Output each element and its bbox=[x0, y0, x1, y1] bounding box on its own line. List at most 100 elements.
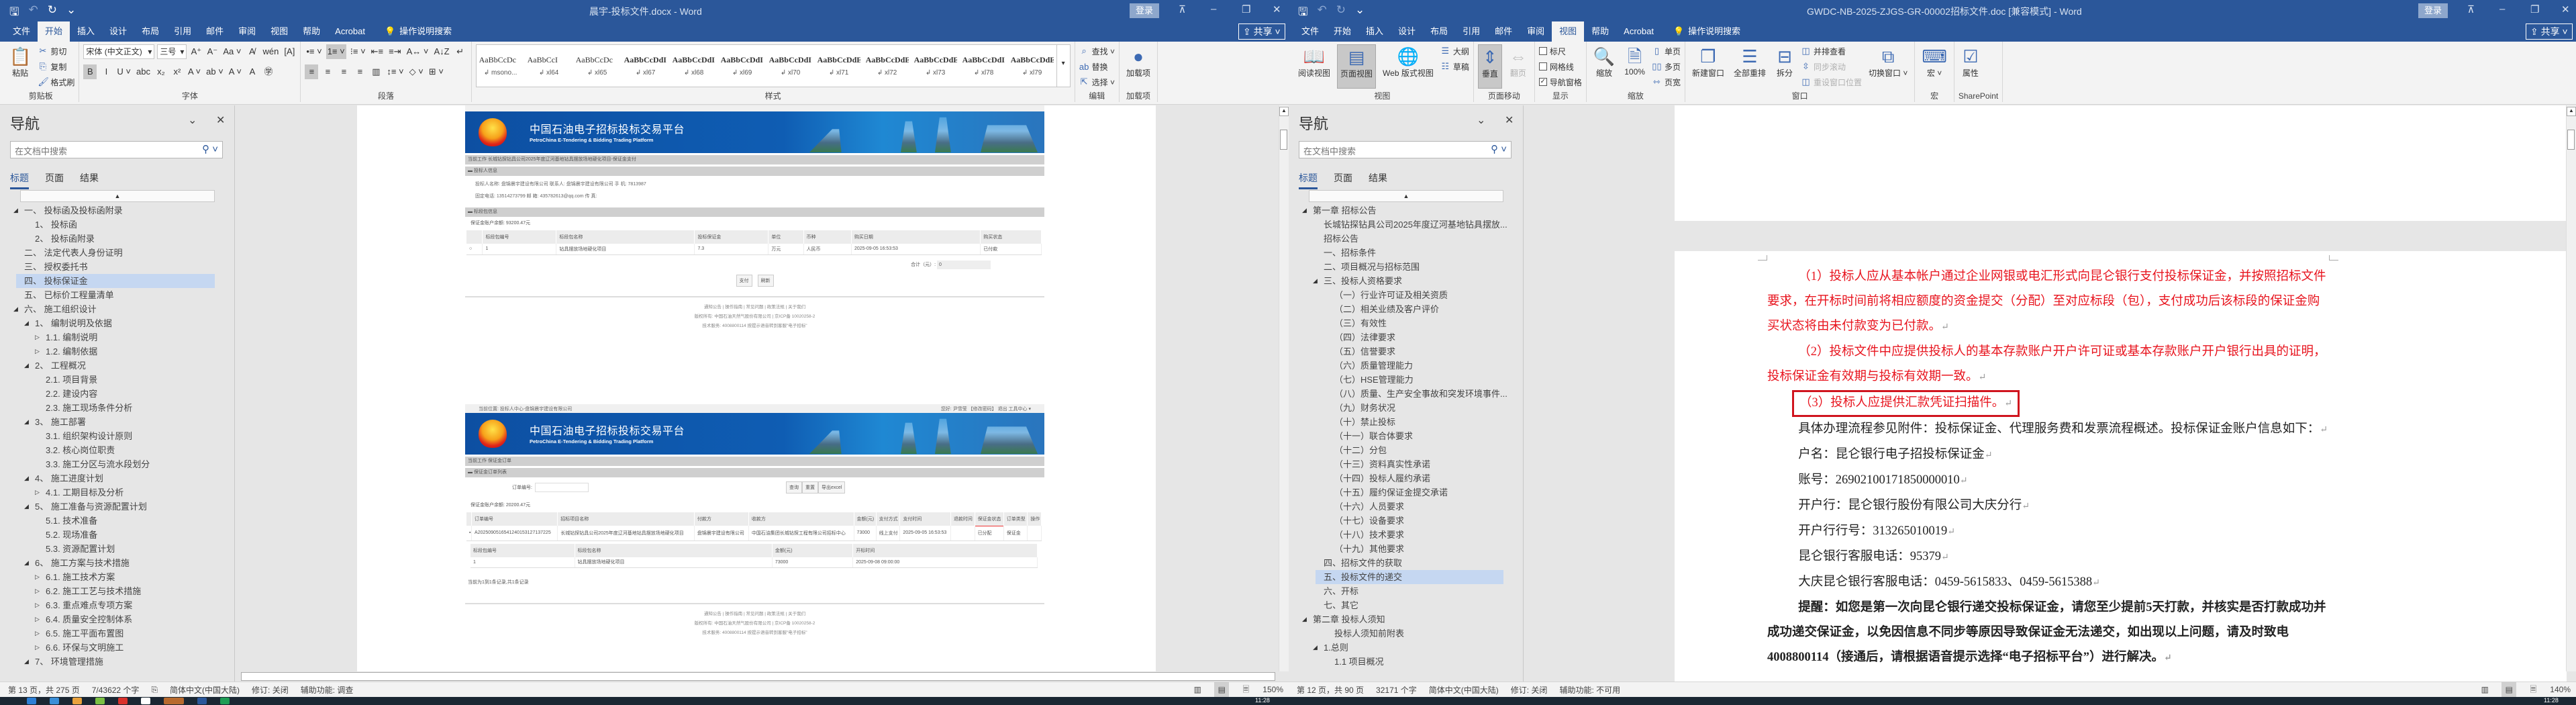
expand-arrow-icon[interactable]: ▷ bbox=[35, 612, 40, 626]
style-4[interactable]: AaBbCcDdI ↲ xl68 bbox=[670, 45, 718, 87]
nav-heading-item[interactable]: （一）行业许可证及相关资质 bbox=[1289, 288, 1503, 302]
nav-heading-item[interactable]: （八）质量、生产安全事故和突发环境事件... bbox=[1289, 387, 1507, 401]
checkbox-unchecked[interactable] bbox=[1538, 62, 1547, 70]
nav-options-chevron-icon[interactable]: ⌄ bbox=[1477, 113, 1485, 127]
side-to-side-button[interactable]: ⇔ 翻页 bbox=[1506, 44, 1530, 89]
minimize-button[interactable]: – bbox=[2499, 3, 2505, 15]
nav-heading-item[interactable]: 七、其它 bbox=[1289, 598, 1503, 612]
format-item-button[interactable]: ↕≡ ˅ bbox=[385, 64, 405, 79]
collapse-arrow-icon[interactable]: ◢ bbox=[24, 471, 29, 485]
format-item-button[interactable]: ㊫ bbox=[262, 64, 275, 79]
read-mode-view-icon[interactable]: ▥ bbox=[1190, 682, 1205, 697]
scroll-up-icon[interactable]: ▲ bbox=[1279, 107, 1289, 116]
nav-heading-item[interactable]: （三）有效性 bbox=[1289, 316, 1503, 330]
format-x-button[interactable]: x₂ bbox=[154, 64, 168, 79]
nav-heading-item[interactable]: 三、 授权委托书 bbox=[0, 260, 215, 274]
nav-heading-item[interactable]: 2.1. 项目背景 bbox=[0, 373, 215, 387]
format-item-button[interactable]: ≡ bbox=[353, 64, 366, 79]
tab-10[interactable]: Acrobat bbox=[328, 21, 373, 42]
format-item-button[interactable]: ⁝≡ ˅ bbox=[349, 44, 367, 59]
nav-heading-item[interactable]: ◢ 7、 环境管理措施 bbox=[0, 655, 215, 669]
nav-heading-item[interactable]: （十二）分包 bbox=[1289, 443, 1503, 457]
show-checkbox-0[interactable]: 标尺 bbox=[1538, 44, 1582, 58]
show-checkbox-2[interactable]: ✓ 导航窗格 bbox=[1538, 75, 1582, 89]
scissors-button[interactable]: ✂ 剪切 bbox=[38, 44, 75, 58]
undo-icon[interactable]: ↶ bbox=[1317, 3, 1326, 23]
nav-heading-item[interactable]: 2.2. 建设内容 bbox=[0, 387, 215, 401]
tab-1[interactable]: 开始 bbox=[1326, 21, 1358, 42]
status-words[interactable]: 7/43622 个字 bbox=[92, 684, 140, 696]
nav-heading-item[interactable]: （七）HSE管理能力 bbox=[1289, 373, 1503, 387]
nav-heading-item[interactable]: 5.2. 现场准备 bbox=[0, 528, 215, 542]
nav-heading-item[interactable]: （五）信誉要求 bbox=[1289, 344, 1503, 359]
nav-heading-item[interactable]: 投标人须知前附表 bbox=[1289, 626, 1503, 641]
zoom-level[interactable]: 140% bbox=[2550, 685, 2571, 694]
collapse-arrow-icon[interactable]: ◢ bbox=[24, 316, 29, 330]
format-item-button[interactable]: ⊞ ˅ bbox=[428, 64, 445, 79]
tab-4[interactable]: 布局 bbox=[1423, 21, 1455, 42]
page-width-button[interactable]: ⇿ 页宽 bbox=[1652, 75, 1681, 89]
nav-heading-item[interactable]: 二、项目概况与招标范围 bbox=[1289, 260, 1503, 274]
tell-me-search[interactable]: 💡 操作说明搜索 bbox=[1673, 21, 1740, 42]
collapse-arrow-icon[interactable]: ◢ bbox=[1313, 641, 1318, 655]
nav-close-icon[interactable]: ✕ bbox=[1505, 113, 1514, 127]
collapse-all-icon[interactable]: ▲ bbox=[20, 190, 215, 202]
vertical-button[interactable]: ⇕ 垂直 bbox=[1477, 44, 1502, 89]
restore-button[interactable]: ❐ bbox=[2530, 3, 2539, 15]
style-5[interactable]: AaBbCcDdI ↲ xl69 bbox=[718, 45, 766, 87]
search-icon[interactable]: ⚲ ˅ bbox=[1491, 143, 1507, 155]
status-lang[interactable]: 简体中文(中国大陆) bbox=[170, 684, 240, 696]
status-page[interactable]: 第 12 页，共 90 页 bbox=[1297, 684, 1364, 696]
nav-heading-item[interactable]: ◢ 六、 施工组织设计 bbox=[0, 302, 215, 316]
nav-search-input[interactable]: 在文档中搜索 ⚲ ˅ bbox=[1299, 141, 1512, 158]
style-1[interactable]: AaBbCcI ↲ xl64 bbox=[525, 45, 573, 87]
format-item-button[interactable]: ◇ ˅ bbox=[408, 64, 425, 79]
tab-8[interactable]: 视图 bbox=[263, 21, 295, 42]
search-button[interactable]: ⌕ 查找 ˅ bbox=[1079, 44, 1114, 58]
status-access[interactable]: 辅助功能: 调查 bbox=[301, 684, 354, 696]
format-item-button[interactable]: ▥ bbox=[369, 64, 383, 79]
select-button[interactable]: ⇱ 选择 ˅ bbox=[1079, 75, 1115, 89]
nav-heading-item[interactable]: 5.3. 资源配置计划 bbox=[0, 542, 215, 556]
paragraph[interactable]: 昆仑银行客服电话：95379↵ bbox=[1767, 545, 2328, 570]
format-a-button[interactable]: A̸ bbox=[246, 44, 259, 59]
paragraph[interactable]: 开户行：昆仑银行股份有限公司大庆分行↵ bbox=[1767, 493, 2328, 519]
web-layout-view-icon[interactable]: 🗏 bbox=[1238, 682, 1253, 697]
collapse-arrow-icon[interactable]: ◢ bbox=[1313, 274, 1318, 288]
start-icon[interactable] bbox=[27, 698, 36, 704]
nav-tab-1[interactable]: 页面 bbox=[45, 171, 64, 189]
minimize-button[interactable]: – bbox=[1211, 3, 1216, 15]
paragraph[interactable]: 大庆昆仑银行客服电话：0459-5615833、0459-5615388↵ bbox=[1767, 570, 2328, 596]
paragraph[interactable]: 账号：26902100171850000010↵ bbox=[1767, 468, 2328, 493]
web-layout-view-icon[interactable]: 🗏 bbox=[2526, 682, 2540, 697]
paragraph[interactable]: 开户行行号：313265010019↵ bbox=[1767, 519, 2328, 545]
tab-2[interactable]: 插入 bbox=[1358, 21, 1391, 42]
nav-heading-item[interactable]: ▷ 6.6. 环保与文明施工 bbox=[0, 641, 215, 655]
replace-button[interactable]: ab 替换 bbox=[1079, 60, 1115, 73]
format-1-button[interactable]: 1≡ ˅ bbox=[326, 44, 346, 59]
style-9[interactable]: AaBbCcDdEe ↲ xl73 bbox=[911, 45, 960, 87]
show-checkbox-1[interactable]: 网格线 bbox=[1538, 60, 1582, 73]
checkbox-checked[interactable]: ✓ bbox=[1538, 78, 1547, 86]
collapse-all-icon[interactable]: ▲ bbox=[1309, 190, 1503, 202]
format-a-button[interactable]: A ˅ bbox=[187, 64, 202, 79]
draft-button[interactable]: ☷ 草稿 bbox=[1440, 60, 1469, 73]
multiple-pages-button[interactable]: ▯▯ 多页 bbox=[1652, 60, 1681, 73]
format-a-button[interactable]: A ˅ bbox=[228, 64, 243, 79]
tab-0[interactable]: 文件 bbox=[1294, 21, 1326, 42]
nav-heading-item[interactable]: （十九）其他要求 bbox=[1289, 542, 1503, 556]
highlighted-paragraph[interactable]: （3）投标人应提供汇款凭证扫描件。↵ bbox=[1792, 390, 2020, 417]
tab-10[interactable]: Acrobat bbox=[1616, 21, 1661, 42]
format-a-button[interactable]: A⁺ bbox=[189, 44, 203, 59]
nav-tab-1[interactable]: 页面 bbox=[1334, 171, 1352, 189]
style-6[interactable]: AaBbCcDdI ↲ xl70 bbox=[766, 45, 815, 87]
font-name-combo[interactable]: 宋体 (中文正文) ▾ bbox=[83, 44, 155, 59]
format-item-button[interactable]: ≡ bbox=[321, 64, 334, 79]
close-button[interactable]: ✕ bbox=[1273, 3, 1281, 15]
nav-heading-item[interactable]: 1、 投标函 bbox=[0, 218, 215, 232]
style-8[interactable]: AaBbCcDdEe ↲ xl72 bbox=[863, 45, 911, 87]
switch-window-button[interactable]: ⧉ 切换窗口 ˅ bbox=[1866, 44, 1910, 89]
collapse-arrow-icon[interactable]: ◢ bbox=[24, 655, 29, 669]
reset-window-button[interactable]: ◫ 重设窗口位置 bbox=[1801, 75, 1862, 89]
nav-heading-item[interactable]: ◢ 3、 施工部署 bbox=[0, 415, 215, 429]
